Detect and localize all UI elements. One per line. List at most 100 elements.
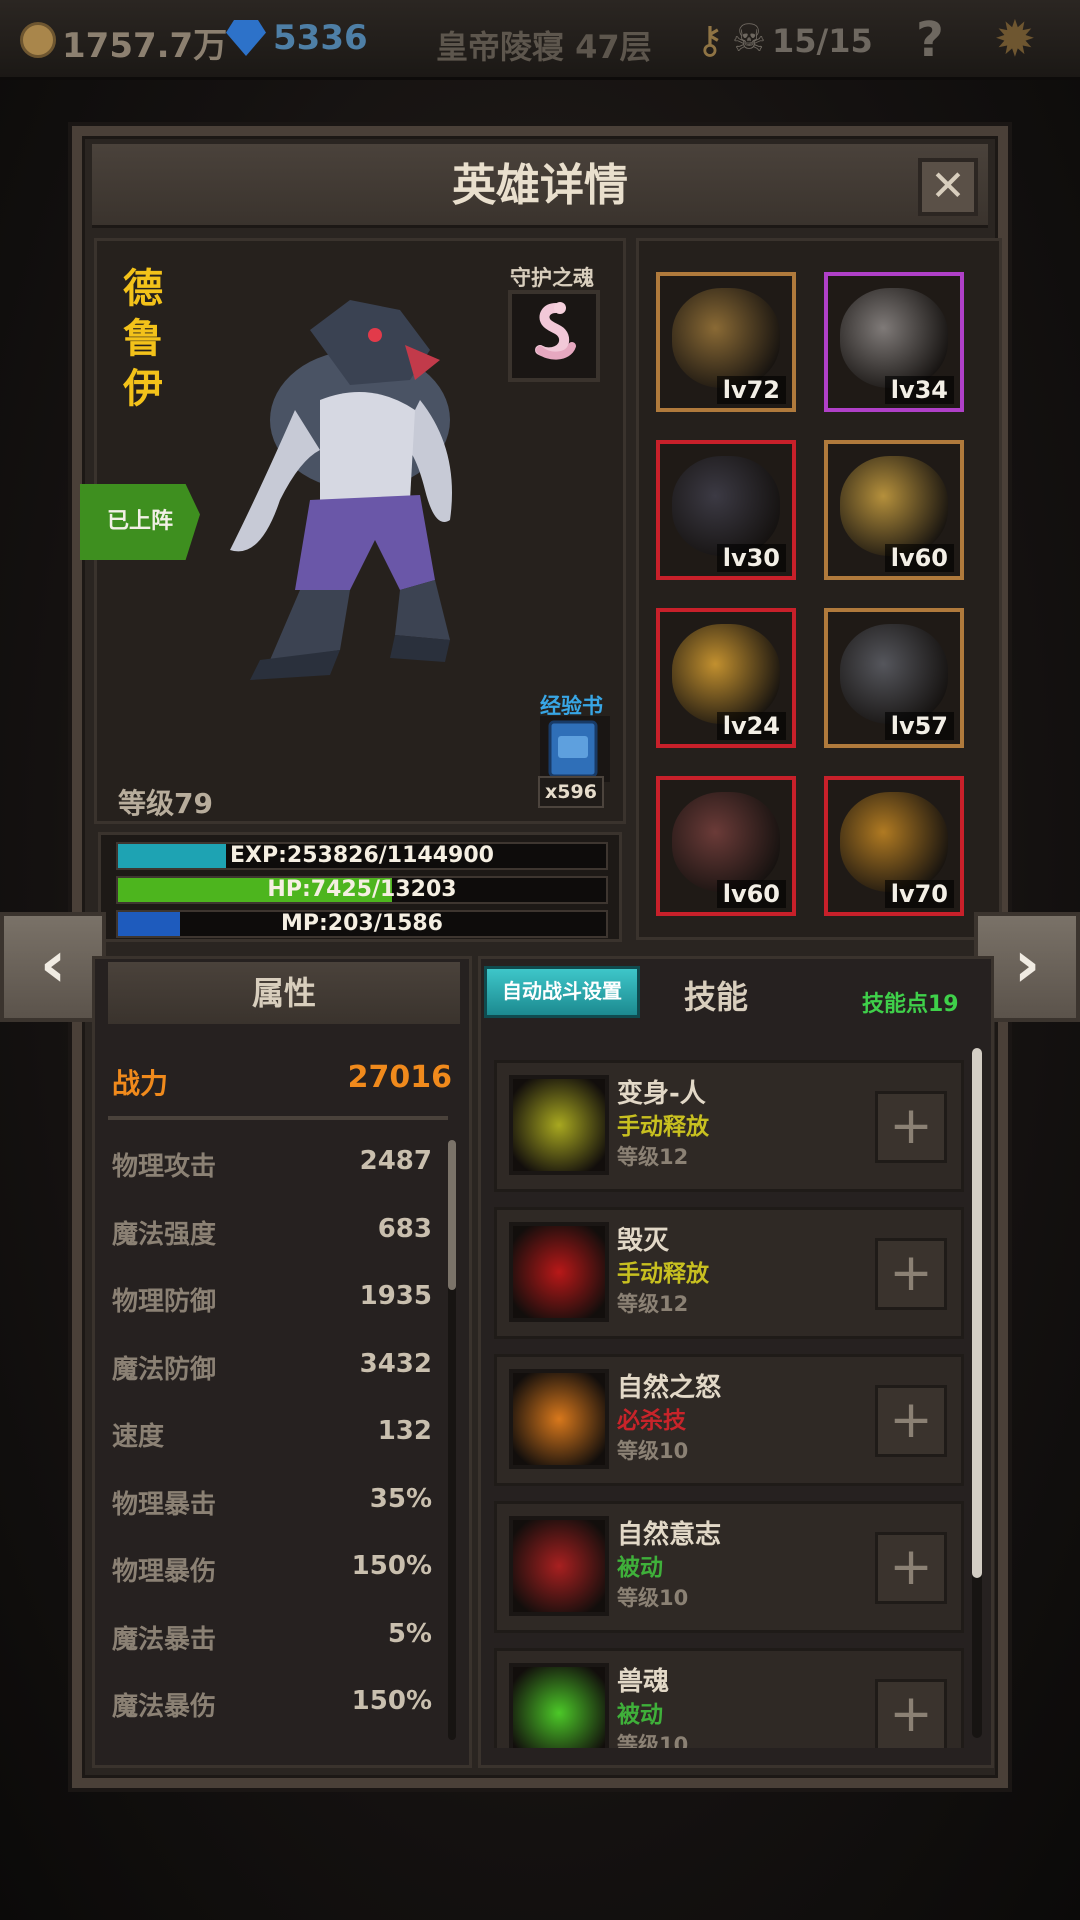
attribute-label: 物理攻击	[112, 1152, 217, 1182]
equipment-level: lv57	[884, 712, 954, 740]
attributes-scroll-thumb[interactable]	[448, 1140, 456, 1290]
skill-row[interactable]: 毁灭 手动释放 等级12 +	[494, 1207, 964, 1339]
attribute-row: 魔法防御 3432	[112, 1349, 432, 1389]
attribute-value: 132	[377, 1416, 432, 1446]
equipment-slot[interactable]: lv60	[824, 440, 964, 580]
exp-book-slot[interactable]	[540, 716, 610, 782]
skill-icon	[509, 1075, 609, 1175]
attribute-row: 魔法强度 683	[112, 1214, 432, 1254]
equipment-item-icon	[840, 792, 948, 892]
werewolf-portrait	[230, 300, 452, 680]
equipment-item-icon	[672, 624, 780, 724]
attribute-label: 物理防御	[112, 1287, 217, 1317]
skill-name: 自然之怒	[617, 1373, 722, 1403]
skill-type: 手动释放	[617, 1114, 709, 1140]
skill-upgrade-button[interactable]: +	[875, 1679, 947, 1748]
equipment-level: lv70	[884, 880, 954, 908]
hero-name: 德鲁伊	[123, 266, 163, 412]
gold-amount: 1757.7万	[62, 26, 228, 66]
skill-name: 兽魂	[617, 1667, 670, 1697]
skill-row[interactable]: 自然意志被动等级10 +	[494, 1501, 964, 1633]
attribute-label: 物理暴击	[112, 1489, 217, 1520]
equipment-slot[interactable]: lv30	[656, 440, 796, 580]
attribute-row: 魔法暴伤 150%	[112, 1686, 432, 1726]
gear-icon[interactable]: ✹	[994, 10, 1036, 68]
equipment-slot[interactable]: lv70	[824, 776, 964, 916]
key-icon: ⚷	[696, 18, 724, 62]
combat-power-label: 战力	[112, 1067, 169, 1100]
equipment-item-icon	[672, 456, 780, 556]
attribute-row: 物理暴伤 150%	[112, 1551, 432, 1591]
equipment-slot[interactable]: lv57	[824, 608, 964, 748]
attribute-label: 魔法强度	[112, 1219, 217, 1250]
skill-upgrade-button[interactable]: +	[875, 1532, 947, 1604]
attribute-value: 150%	[351, 1686, 432, 1716]
equipment-level: lv34	[884, 376, 954, 404]
skill-name: 变身-人	[617, 1079, 706, 1109]
equipment-slot[interactable]: lv34	[824, 272, 964, 412]
skill-row[interactable]: 变身-人 手动释放 等级12 +	[494, 1060, 964, 1192]
equipment-slot[interactable]: lv24	[656, 608, 796, 748]
attribute-row: 物理暴击 35%	[112, 1484, 432, 1524]
tab-skills[interactable]: 技能	[684, 972, 748, 1018]
skill-icon	[509, 1369, 609, 1469]
equipment-item-icon	[840, 624, 948, 724]
skill-type: 被动	[617, 1555, 663, 1581]
gem-icon	[226, 20, 266, 56]
hero-level: 等级79	[118, 787, 213, 820]
attribute-label: 物理暴伤	[112, 1557, 217, 1587]
attributes-scrollbar[interactable]	[448, 1140, 456, 1740]
attribute-label: 速度	[112, 1422, 165, 1452]
attribute-row: 物理攻击 2487	[112, 1146, 432, 1186]
deployed-badge: 已上阵	[80, 484, 200, 560]
close-button[interactable]: ✕	[918, 158, 978, 216]
prev-hero-button[interactable]: ‹	[0, 912, 106, 1022]
attribute-label: 魔法暴击	[112, 1624, 217, 1655]
skill-name: 自然意志	[617, 1520, 722, 1550]
skills-scrollbar[interactable]	[972, 1048, 982, 1738]
skill-row[interactable]: 自然之怒 必杀技 等级10 +	[494, 1354, 964, 1486]
skill-upgrade-button[interactable]: +	[875, 1385, 947, 1457]
skill-icon	[509, 1663, 609, 1748]
hp-bar: HP:7425/13203	[116, 876, 608, 904]
dungeon-floor: 皇帝陵寝 47层	[436, 28, 652, 66]
skill-level: 等级10	[617, 1439, 689, 1463]
attribute-value: 3432	[359, 1348, 432, 1379]
exp-bar-text: EXP:253826/1144900	[230, 843, 494, 868]
equipment-level: lv24	[716, 712, 786, 740]
attribute-label: 魔法防御	[112, 1354, 217, 1385]
combat-power-value: 27016	[347, 1060, 452, 1095]
combat-power-row: 战力 27016	[112, 1060, 452, 1102]
equipment-item-icon	[672, 288, 780, 388]
skill-upgrade-button[interactable]: +	[875, 1238, 947, 1310]
equipment-slot[interactable]: lv72	[656, 272, 796, 412]
exp-bar: EXP:253826/1144900	[116, 842, 608, 870]
equipment-level: lv72	[716, 376, 786, 404]
equipment-level: lv30	[716, 544, 786, 572]
attribute-row: 魔法暴击 5%	[112, 1619, 432, 1659]
skill-upgrade-button[interactable]: +	[875, 1091, 947, 1163]
attribute-value: 2487	[359, 1146, 432, 1176]
equipment-slot[interactable]: lv60	[656, 776, 796, 916]
equipment-level: lv60	[884, 544, 954, 572]
attributes-divider	[108, 1116, 448, 1120]
skill-list: 变身-人 手动释放 等级12 + 毁灭 手动释放 等级12 + 自然之怒 必杀技 等级10 + 自然意志…	[490, 1060, 970, 1748]
help-button[interactable]: ?	[916, 12, 944, 68]
guardian-soul-label: 守护之魂	[510, 266, 594, 290]
skills-scroll-thumb[interactable]	[972, 1048, 982, 1578]
tab-attributes[interactable]: 属性	[108, 962, 460, 1024]
skill-level: 等级10	[617, 1586, 689, 1610]
attribute-value: 150%	[351, 1551, 432, 1581]
top-bar: 1757.7万 5336 皇帝陵寝 47层 ⚷ ☠ 15/15 ? ✹	[0, 0, 1080, 80]
exp-book-count: x596	[538, 776, 604, 808]
attribute-value: 1935	[359, 1281, 432, 1311]
equipment-level: lv60	[716, 880, 786, 908]
skill-row[interactable]: 兽魂 被动 等级10 +	[494, 1648, 964, 1748]
auto-battle-settings-button[interactable]: 自动战斗设置	[484, 966, 640, 1018]
skill-level: 等级10	[617, 1733, 689, 1748]
skill-name: 毁灭	[617, 1226, 670, 1256]
mp-bar: MP:203/1586	[116, 910, 608, 938]
book-icon	[548, 720, 598, 778]
equipment-item-icon	[672, 792, 780, 892]
skill-icon	[509, 1516, 609, 1616]
